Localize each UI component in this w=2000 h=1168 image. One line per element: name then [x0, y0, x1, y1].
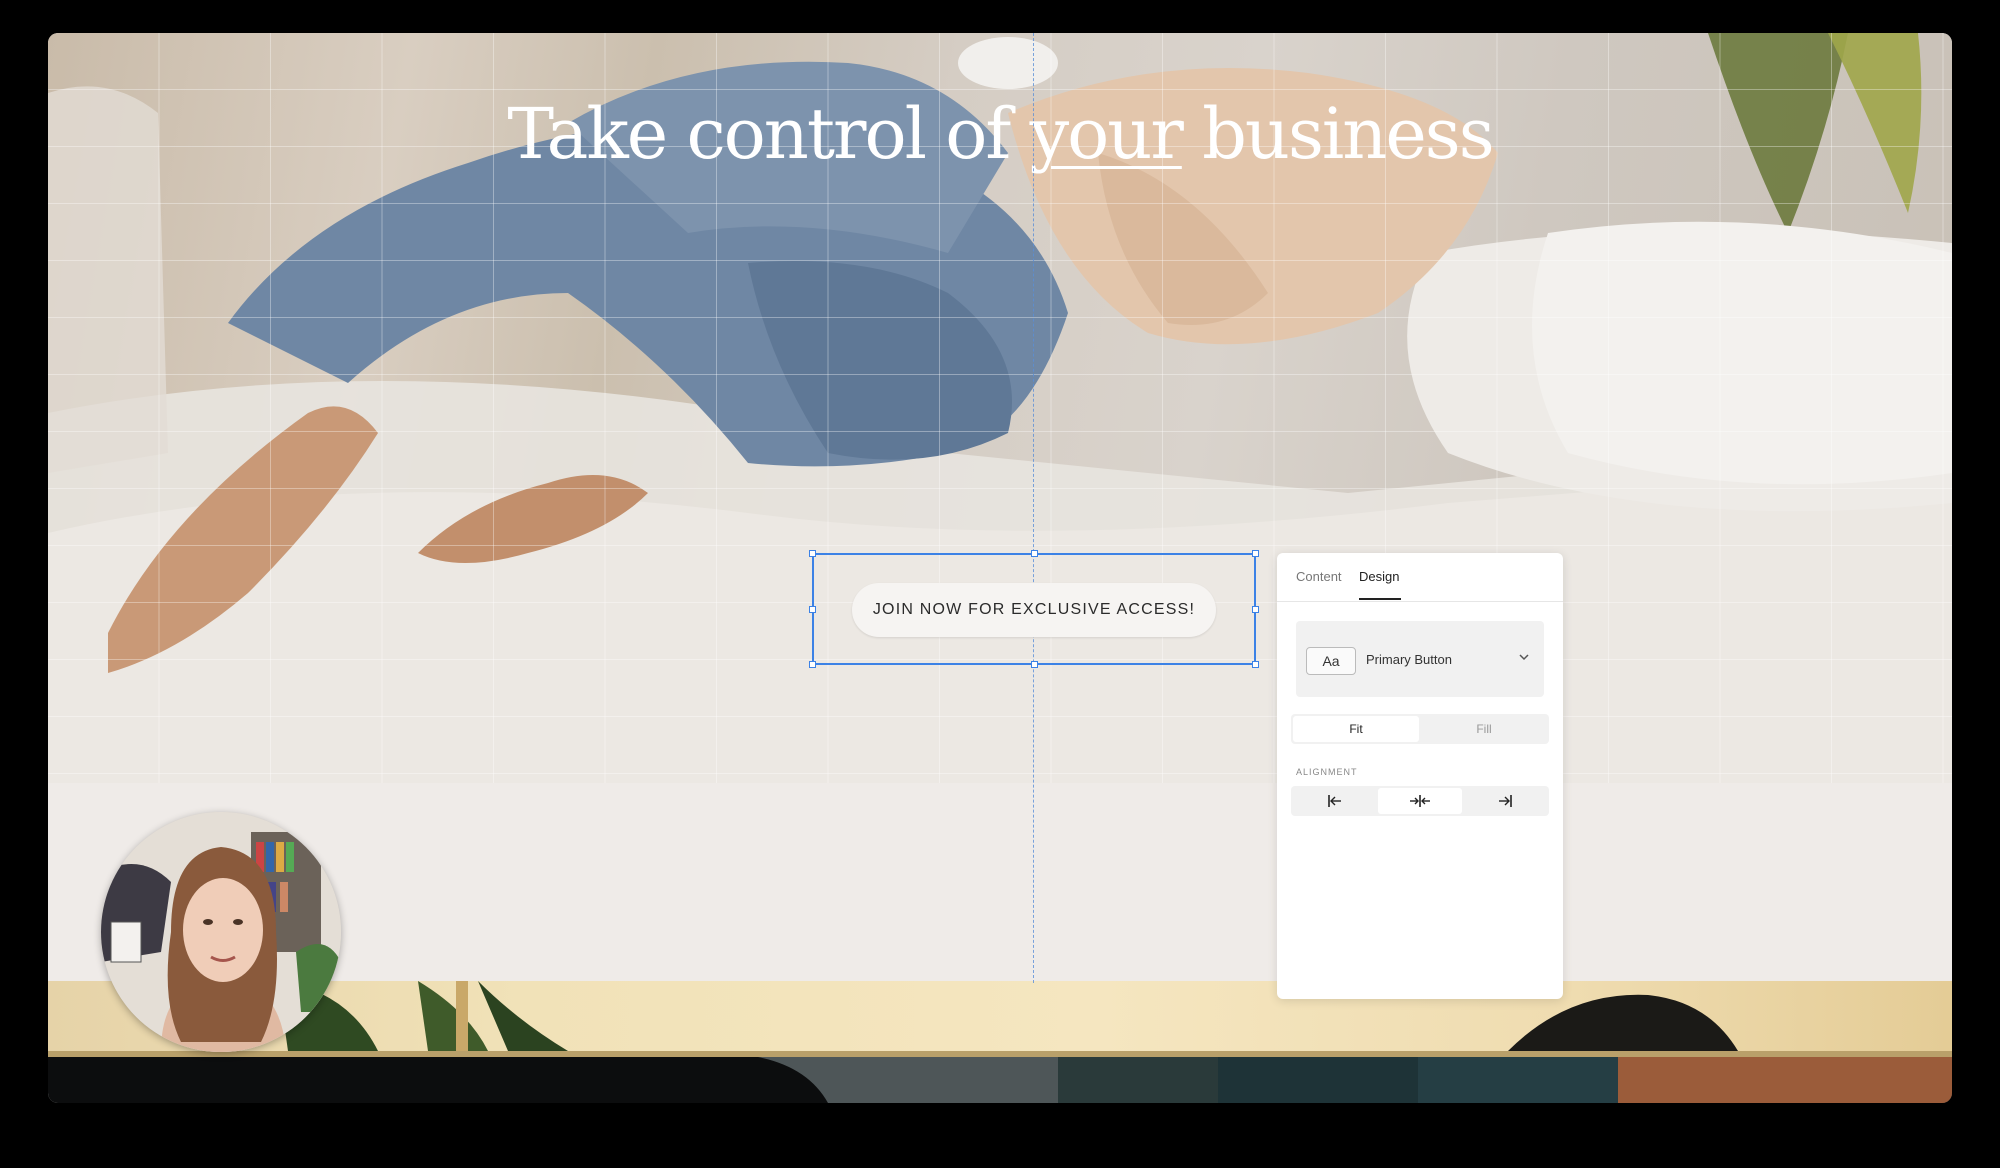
align-right-button[interactable]	[1463, 788, 1547, 814]
editor-window: Take control of your business JOIN NOW F…	[48, 33, 1952, 1103]
hero-title[interactable]: Take control of your business	[48, 93, 1952, 175]
resize-handle-top[interactable]	[1031, 550, 1038, 557]
hero-section[interactable]: Take control of your business	[48, 33, 1952, 783]
align-left-button[interactable]	[1293, 788, 1377, 814]
button-design-panel: Content Design Aa Primary Button Fit Fil…	[1277, 553, 1563, 999]
resize-handle-left[interactable]	[809, 606, 816, 613]
chevron-down-icon	[1519, 654, 1529, 661]
align-right-icon	[1499, 795, 1512, 807]
align-left-icon	[1328, 795, 1341, 807]
presenter-video-image	[101, 812, 341, 1052]
hero-title-underlined: your	[1029, 93, 1184, 175]
alignment-toggle	[1291, 786, 1549, 816]
panel-tabs: Content Design	[1277, 553, 1563, 602]
section-background-image	[278, 981, 1738, 1051]
active-tab-indicator	[1359, 598, 1401, 600]
tab-design[interactable]: Design	[1359, 569, 1399, 584]
alignment-label: ALIGNMENT	[1296, 767, 1358, 777]
button-style-value: Primary Button	[1366, 652, 1452, 667]
center-guide-line	[1033, 33, 1034, 983]
button-style-select[interactable]: Aa Primary Button	[1296, 621, 1544, 697]
resize-handle-right[interactable]	[1252, 606, 1259, 613]
hero-title-part2: business	[1181, 93, 1495, 175]
resize-handle-bottom[interactable]	[1031, 661, 1038, 668]
join-now-button[interactable]: JOIN NOW FOR EXCLUSIVE ACCESS!	[852, 583, 1216, 637]
fit-option[interactable]: Fit	[1293, 716, 1419, 742]
image-section-preview	[48, 981, 1952, 1051]
width-toggle: Fit Fill	[1291, 714, 1549, 744]
footer-background-image	[758, 1057, 1952, 1103]
resize-handle-top-right[interactable]	[1252, 550, 1259, 557]
align-center-button[interactable]	[1378, 788, 1462, 814]
resize-handle-top-left[interactable]	[809, 550, 816, 557]
text-style-chip: Aa	[1306, 647, 1356, 675]
footer-preview	[48, 1057, 1952, 1103]
tab-content[interactable]: Content	[1296, 569, 1342, 584]
align-center-icon	[1410, 795, 1430, 807]
fill-option[interactable]: Fill	[1421, 716, 1547, 742]
resize-handle-bottom-right[interactable]	[1252, 661, 1259, 668]
hero-title-part1: Take control of	[507, 93, 1030, 175]
resize-handle-bottom-left[interactable]	[809, 661, 816, 668]
presenter-webcam	[101, 812, 341, 1052]
